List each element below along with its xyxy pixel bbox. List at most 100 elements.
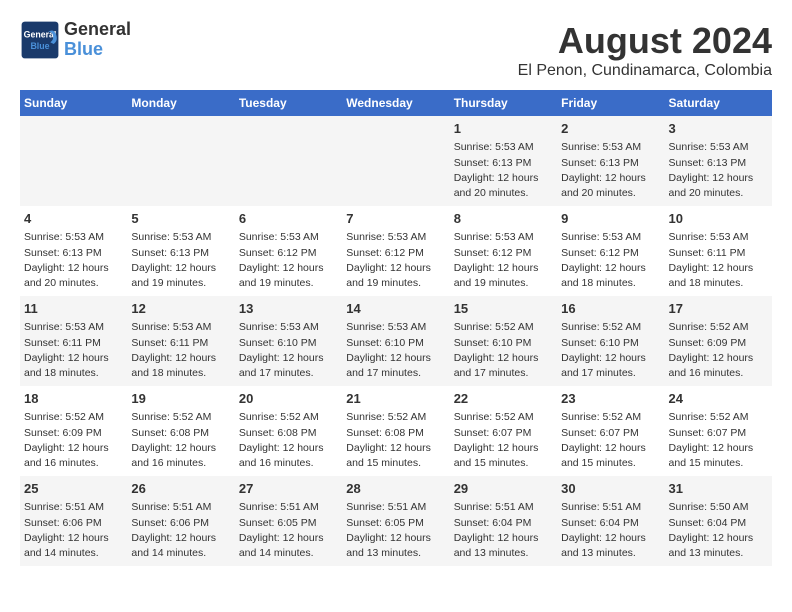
day-info: Sunrise: 5:51 AM Sunset: 6:04 PM Dayligh… [561, 501, 646, 559]
calendar-day-cell: 4Sunrise: 5:53 AM Sunset: 6:13 PM Daylig… [20, 206, 127, 296]
day-number: 9 [561, 210, 660, 228]
day-number: 23 [561, 390, 660, 408]
day-number: 21 [346, 390, 445, 408]
calendar-day-cell [342, 116, 449, 206]
calendar-day-cell: 2 Sunrise: 5:53 AM Sunset: 6:13 PM Daylig… [557, 116, 664, 206]
day-number: 11 [24, 300, 123, 318]
calendar-header: SundayMondayTuesdayWednesdayThursdayFrid… [20, 90, 772, 116]
day-number: 13 [239, 300, 338, 318]
calendar-day-cell: 12Sunrise: 5:53 AM Sunset: 6:11 PM Dayli… [127, 296, 234, 386]
calendar-body: 1 Sunrise: 5:53 AM Sunset: 6:13 PM Daylig… [20, 116, 772, 566]
calendar-day-cell: 3Sunrise: 5:53 AM Sunset: 6:13 PM Daylig… [665, 116, 772, 206]
calendar-day-cell: 24Sunrise: 5:52 AM Sunset: 6:07 PM Dayli… [665, 386, 772, 476]
day-info: Sunrise: 5:50 AM Sunset: 6:04 PM Dayligh… [669, 501, 754, 559]
day-info: Sunrise: 5:52 AM Sunset: 6:08 PM Dayligh… [346, 411, 431, 469]
calendar-week-row: 18Sunrise: 5:52 AM Sunset: 6:09 PM Dayli… [20, 386, 772, 476]
day-number: 28 [346, 480, 445, 498]
day-info: Sunrise: 5:53 AM Sunset: 6:13 PM Dayligh… [561, 141, 646, 199]
day-info: Sunrise: 5:51 AM Sunset: 6:06 PM Dayligh… [24, 501, 109, 559]
day-info: Sunrise: 5:53 AM Sunset: 6:12 PM Dayligh… [346, 231, 431, 289]
calendar-week-row: 25 Sunrise: 5:51 AM Sunset: 6:06 PM Dayli… [20, 476, 772, 566]
calendar-day-cell: 27 Sunrise: 5:51 AM Sunset: 6:05 PM Dayli… [235, 476, 342, 566]
calendar-day-cell: 28 Sunrise: 5:51 AM Sunset: 6:05 PM Dayli… [342, 476, 449, 566]
day-info: Sunrise: 5:51 AM Sunset: 6:05 PM Dayligh… [346, 501, 431, 559]
weekday-header: Tuesday [235, 90, 342, 116]
day-number: 1 [454, 120, 553, 138]
day-info: Sunrise: 5:53 AM Sunset: 6:11 PM Dayligh… [669, 231, 754, 289]
day-number: 16 [561, 300, 660, 318]
day-info: Sunrise: 5:53 AM Sunset: 6:12 PM Dayligh… [454, 231, 539, 289]
day-number: 29 [454, 480, 553, 498]
logo-line2: Blue [64, 40, 131, 60]
weekday-header: Saturday [665, 90, 772, 116]
calendar-day-cell: 5 Sunrise: 5:53 AM Sunset: 6:13 PM Daylig… [127, 206, 234, 296]
day-number: 4 [24, 210, 123, 228]
day-number: 8 [454, 210, 553, 228]
calendar-day-cell: 18Sunrise: 5:52 AM Sunset: 6:09 PM Dayli… [20, 386, 127, 476]
day-number: 12 [131, 300, 230, 318]
day-number: 27 [239, 480, 338, 498]
day-info: Sunrise: 5:52 AM Sunset: 6:07 PM Dayligh… [454, 411, 539, 469]
day-info: Sunrise: 5:53 AM Sunset: 6:13 PM Dayligh… [454, 141, 539, 199]
logo: General Blue General Blue [20, 20, 131, 60]
calendar-day-cell: 22 Sunrise: 5:52 AM Sunset: 6:07 PM Dayli… [450, 386, 557, 476]
weekday-header: Thursday [450, 90, 557, 116]
calendar-day-cell: 1 Sunrise: 5:53 AM Sunset: 6:13 PM Daylig… [450, 116, 557, 206]
calendar-day-cell [127, 116, 234, 206]
calendar-day-cell: 6Sunrise: 5:53 AM Sunset: 6:12 PM Daylig… [235, 206, 342, 296]
day-number: 19 [131, 390, 230, 408]
calendar-day-cell: 10Sunrise: 5:53 AM Sunset: 6:11 PM Dayli… [665, 206, 772, 296]
day-number: 24 [669, 390, 768, 408]
calendar-day-cell: 31 Sunrise: 5:50 AM Sunset: 6:04 PM Dayli… [665, 476, 772, 566]
day-number: 25 [24, 480, 123, 498]
day-info: Sunrise: 5:52 AM Sunset: 6:09 PM Dayligh… [669, 321, 754, 379]
calendar-day-cell: 19Sunrise: 5:52 AM Sunset: 6:08 PM Dayli… [127, 386, 234, 476]
day-info: Sunrise: 5:53 AM Sunset: 6:13 PM Dayligh… [669, 141, 754, 199]
logo-text: General Blue [64, 20, 131, 60]
weekday-row: SundayMondayTuesdayWednesdayThursdayFrid… [20, 90, 772, 116]
weekday-header: Monday [127, 90, 234, 116]
day-info: Sunrise: 5:52 AM Sunset: 6:09 PM Dayligh… [24, 411, 109, 469]
calendar-day-cell: 8 Sunrise: 5:53 AM Sunset: 6:12 PM Daylig… [450, 206, 557, 296]
calendar-table: SundayMondayTuesdayWednesdayThursdayFrid… [20, 90, 772, 566]
logo-icon: General Blue [20, 20, 60, 60]
weekday-header: Sunday [20, 90, 127, 116]
day-number: 2 [561, 120, 660, 138]
calendar-day-cell: 13Sunrise: 5:53 AM Sunset: 6:10 PM Dayli… [235, 296, 342, 386]
calendar-day-cell [235, 116, 342, 206]
day-info: Sunrise: 5:52 AM Sunset: 6:08 PM Dayligh… [239, 411, 324, 469]
weekday-header: Wednesday [342, 90, 449, 116]
calendar-week-row: 11Sunrise: 5:53 AM Sunset: 6:11 PM Dayli… [20, 296, 772, 386]
svg-text:Blue: Blue [30, 41, 49, 51]
day-info: Sunrise: 5:53 AM Sunset: 6:13 PM Dayligh… [131, 231, 216, 289]
logo-line1: General [64, 20, 131, 40]
day-number: 5 [131, 210, 230, 228]
calendar-day-cell: 21 Sunrise: 5:52 AM Sunset: 6:08 PM Dayli… [342, 386, 449, 476]
day-info: Sunrise: 5:53 AM Sunset: 6:12 PM Dayligh… [239, 231, 324, 289]
day-number: 14 [346, 300, 445, 318]
weekday-header: Friday [557, 90, 664, 116]
calendar-day-cell: 26 Sunrise: 5:51 AM Sunset: 6:06 PM Dayli… [127, 476, 234, 566]
day-info: Sunrise: 5:51 AM Sunset: 6:06 PM Dayligh… [131, 501, 216, 559]
calendar-day-cell: 11Sunrise: 5:53 AM Sunset: 6:11 PM Dayli… [20, 296, 127, 386]
title-block: August 2024 El Penon, Cundinamarca, Colo… [518, 20, 772, 80]
day-number: 22 [454, 390, 553, 408]
day-number: 26 [131, 480, 230, 498]
calendar-day-cell: 30 Sunrise: 5:51 AM Sunset: 6:04 PM Dayli… [557, 476, 664, 566]
day-number: 15 [454, 300, 553, 318]
day-number: 17 [669, 300, 768, 318]
day-info: Sunrise: 5:53 AM Sunset: 6:12 PM Dayligh… [561, 231, 646, 289]
day-info: Sunrise: 5:51 AM Sunset: 6:04 PM Dayligh… [454, 501, 539, 559]
day-number: 31 [669, 480, 768, 498]
calendar-day-cell: 29 Sunrise: 5:51 AM Sunset: 6:04 PM Dayli… [450, 476, 557, 566]
day-info: Sunrise: 5:52 AM Sunset: 6:10 PM Dayligh… [454, 321, 539, 379]
day-info: Sunrise: 5:53 AM Sunset: 6:10 PM Dayligh… [346, 321, 431, 379]
calendar-day-cell: 16Sunrise: 5:52 AM Sunset: 6:10 PM Dayli… [557, 296, 664, 386]
calendar-day-cell: 9 Sunrise: 5:53 AM Sunset: 6:12 PM Daylig… [557, 206, 664, 296]
calendar-day-cell: 7Sunrise: 5:53 AM Sunset: 6:12 PM Daylig… [342, 206, 449, 296]
day-number: 30 [561, 480, 660, 498]
subtitle: El Penon, Cundinamarca, Colombia [518, 62, 772, 80]
day-info: Sunrise: 5:51 AM Sunset: 6:05 PM Dayligh… [239, 501, 324, 559]
page-header: General Blue General Blue August 2024 El… [20, 20, 772, 80]
calendar-week-row: 4 Sunrise: 5:53 AM Sunset: 6:13 PM Daylig… [20, 206, 772, 296]
